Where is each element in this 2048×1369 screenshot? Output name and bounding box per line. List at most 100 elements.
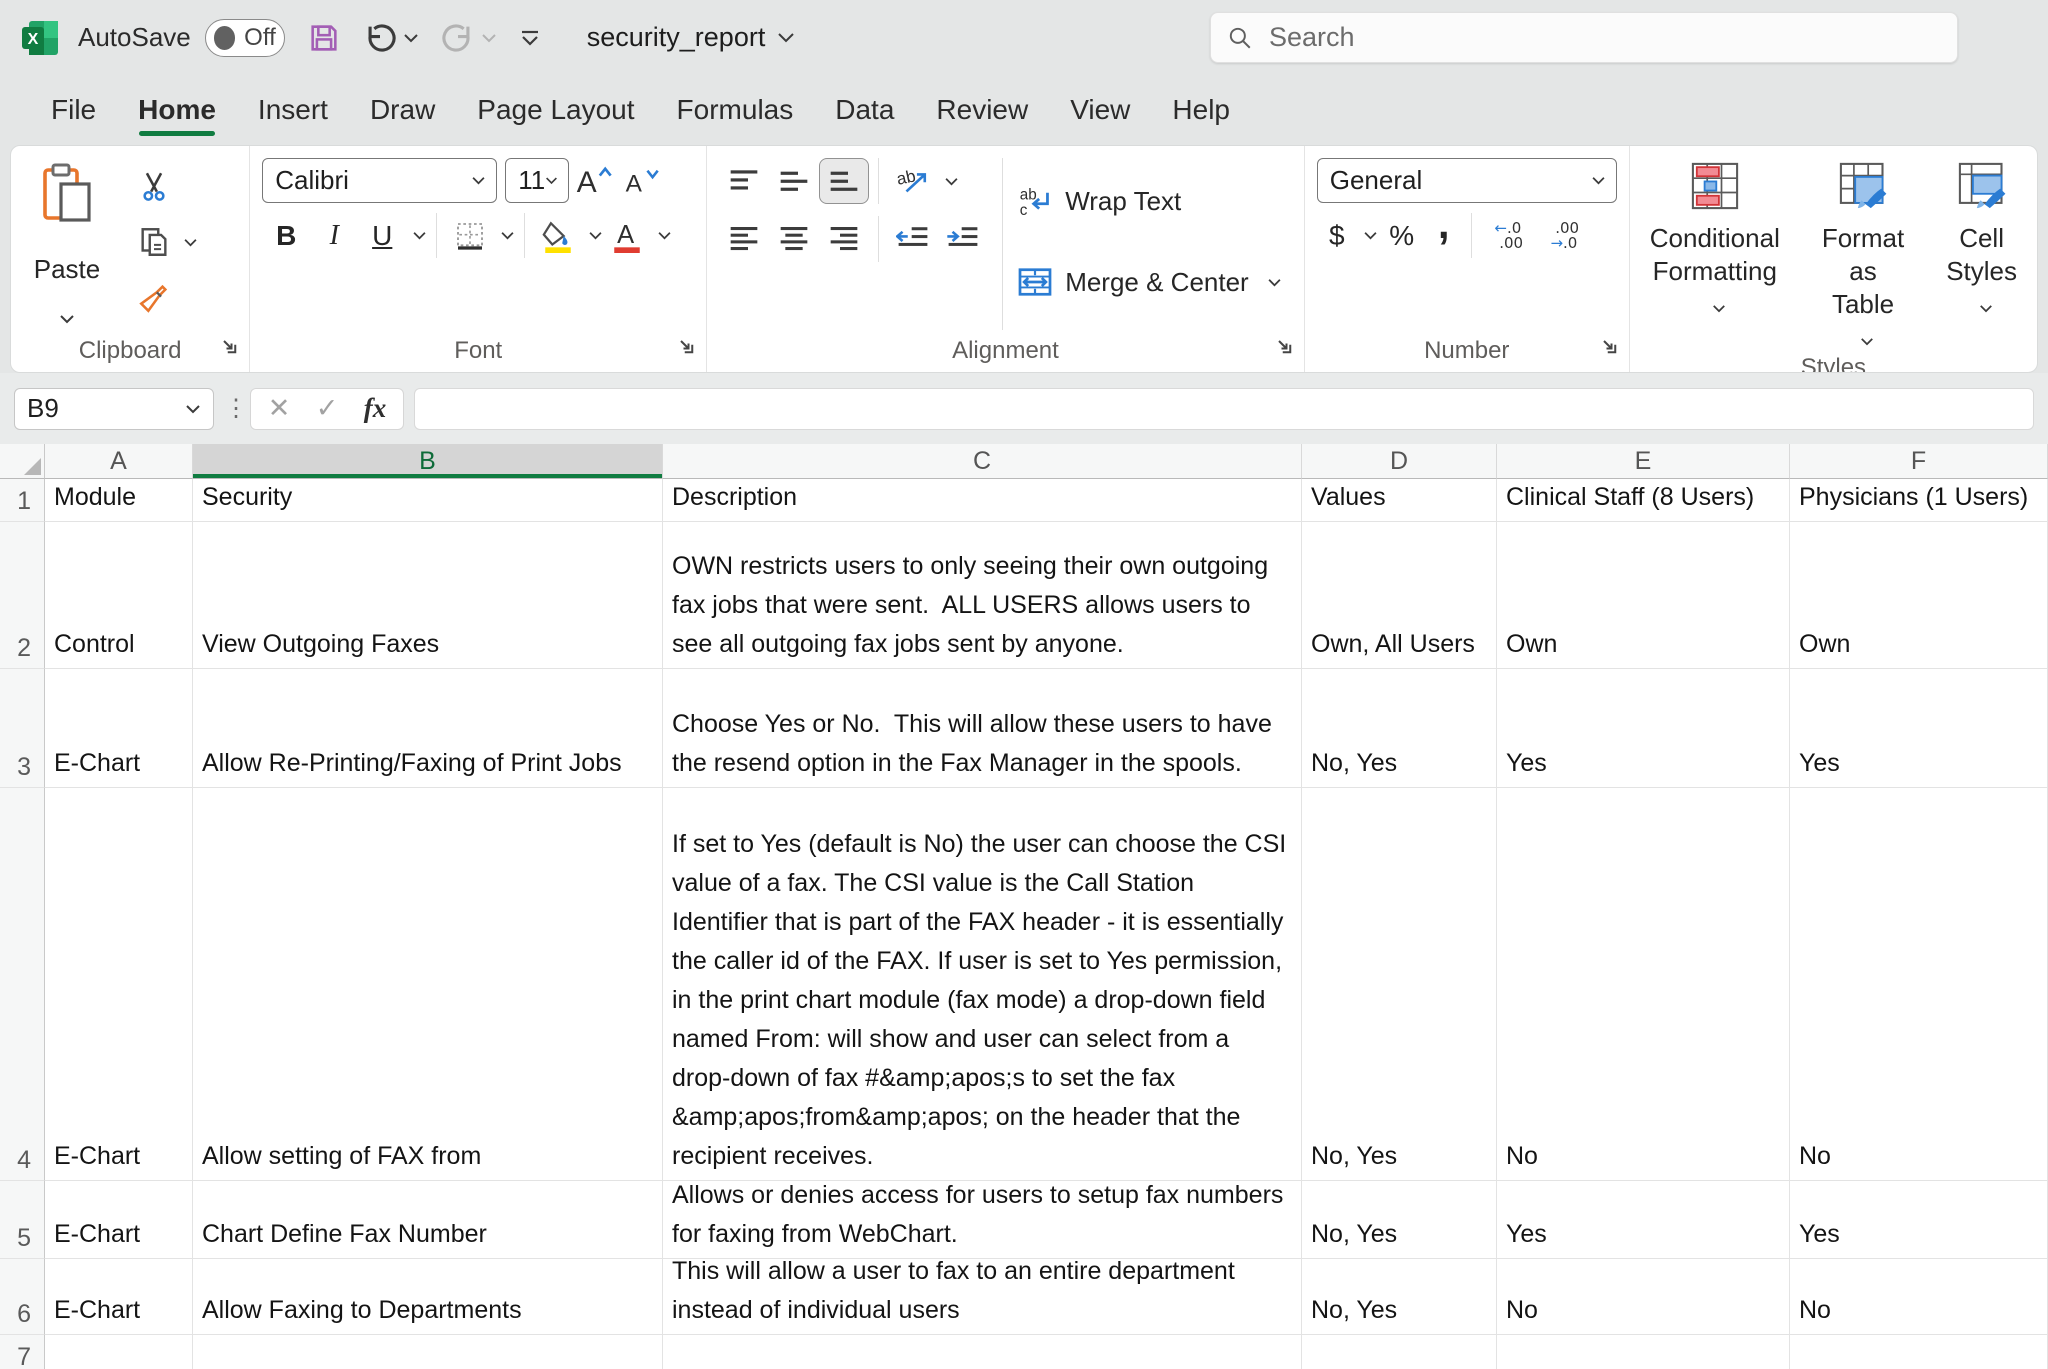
save-button[interactable] bbox=[307, 21, 341, 55]
cell-B1[interactable]: Security bbox=[193, 479, 663, 522]
cell-A1[interactable]: Module bbox=[45, 479, 193, 522]
cell-B5[interactable]: Chart Define Fax Number bbox=[193, 1181, 663, 1259]
insert-function-button[interactable]: fx bbox=[351, 390, 399, 428]
formula-input[interactable] bbox=[414, 388, 2034, 430]
cell-A6[interactable]: E-Chart bbox=[45, 1259, 193, 1335]
formula-bar-drag-handle[interactable]: ⋮ bbox=[224, 394, 240, 423]
column-header-F[interactable]: F bbox=[1790, 444, 2048, 479]
number-dialog-launcher[interactable] bbox=[1599, 336, 1619, 356]
cell-E5[interactable]: Yes bbox=[1497, 1181, 1790, 1259]
cell-styles-button[interactable]: Cell Styles bbox=[1938, 158, 2025, 354]
paste-button[interactable]: Paste bbox=[23, 158, 111, 330]
copy-button[interactable] bbox=[131, 220, 177, 264]
column-header-B[interactable]: B bbox=[193, 444, 663, 479]
align-right-button[interactable] bbox=[819, 216, 869, 262]
row-header-2[interactable]: 2 bbox=[0, 522, 45, 669]
font-size-select[interactable]: 11 bbox=[505, 158, 569, 203]
underline-dropdown-icon[interactable] bbox=[412, 231, 427, 240]
accounting-dropdown-icon[interactable] bbox=[1363, 231, 1378, 240]
cell-C7[interactable] bbox=[663, 1335, 1302, 1369]
tab-help[interactable]: Help bbox=[1151, 82, 1251, 138]
column-header-E[interactable]: E bbox=[1497, 444, 1790, 479]
tab-file[interactable]: File bbox=[30, 82, 117, 138]
tab-formulas[interactable]: Formulas bbox=[656, 82, 815, 138]
tab-page-layout[interactable]: Page Layout bbox=[456, 82, 655, 138]
cell-E6[interactable]: No bbox=[1497, 1259, 1790, 1335]
column-header-D[interactable]: D bbox=[1302, 444, 1497, 479]
top-align-button[interactable] bbox=[719, 158, 769, 204]
cell-D4[interactable]: No, Yes bbox=[1302, 788, 1497, 1181]
percent-style-button[interactable]: % bbox=[1378, 213, 1426, 258]
comma-style-button[interactable]: , bbox=[1426, 213, 1462, 258]
borders-dropdown-icon[interactable] bbox=[500, 231, 515, 240]
font-dialog-launcher[interactable] bbox=[676, 336, 696, 356]
cell-B3[interactable]: Allow Re-Printing/Faxing of Print Jobs bbox=[193, 669, 663, 788]
decrease-decimal-button[interactable]: .00→.0 bbox=[1537, 213, 1593, 258]
paste-dropdown-icon[interactable] bbox=[59, 314, 75, 324]
orientation-button[interactable]: ab bbox=[888, 158, 938, 204]
column-header-A[interactable]: A bbox=[45, 444, 193, 479]
align-center-button[interactable] bbox=[769, 216, 819, 262]
cut-button[interactable] bbox=[131, 164, 177, 208]
undo-dropdown-icon[interactable] bbox=[403, 33, 419, 43]
cell-B6[interactable]: Allow Faxing to Departments bbox=[193, 1259, 663, 1335]
tab-review[interactable]: Review bbox=[915, 82, 1049, 138]
cell-B2[interactable]: View Outgoing Faxes bbox=[193, 522, 663, 669]
font-color-button[interactable]: A bbox=[603, 213, 651, 258]
cell-A5[interactable]: E-Chart bbox=[45, 1181, 193, 1259]
cell-C1[interactable]: Description bbox=[663, 479, 1302, 522]
format-as-table-button[interactable]: Format as Table bbox=[1814, 158, 1912, 354]
document-title[interactable]: security_report bbox=[587, 22, 796, 53]
cell-C2[interactable]: OWN restricts users to only seeing their… bbox=[663, 522, 1302, 669]
merge-center-button[interactable]: Merge & Center bbox=[1017, 267, 1282, 298]
row-header-6[interactable]: 6 bbox=[0, 1259, 45, 1335]
customize-quick-access-button[interactable] bbox=[519, 29, 541, 47]
cell-C6[interactable]: This will allow a user to fax to an enti… bbox=[663, 1259, 1302, 1335]
fill-color-dropdown-icon[interactable] bbox=[588, 231, 603, 240]
cell-D1[interactable]: Values bbox=[1302, 479, 1497, 522]
conditional-formatting-button[interactable]: Conditional Formatting bbox=[1642, 158, 1788, 354]
cell-D2[interactable]: Own, All Users bbox=[1302, 522, 1497, 669]
cell-F4[interactable]: No bbox=[1790, 788, 2048, 1181]
cell-E7[interactable] bbox=[1497, 1335, 1790, 1369]
cell-E4[interactable]: No bbox=[1497, 788, 1790, 1181]
tab-home[interactable]: Home bbox=[117, 82, 237, 138]
merge-center-dropdown-icon[interactable] bbox=[1267, 278, 1282, 287]
cell-A4[interactable]: E-Chart bbox=[45, 788, 193, 1181]
middle-align-button[interactable] bbox=[769, 158, 819, 204]
cell-A2[interactable]: Control bbox=[45, 522, 193, 669]
orientation-dropdown-icon[interactable] bbox=[944, 177, 959, 186]
row-header-1[interactable]: 1 bbox=[0, 479, 45, 522]
cell-F1[interactable]: Physicians (1 Users) bbox=[1790, 479, 2048, 522]
increase-font-size-button[interactable]: A bbox=[569, 158, 617, 203]
font-name-select[interactable]: Calibri bbox=[262, 158, 497, 203]
row-header-7[interactable]: 7 bbox=[0, 1335, 45, 1369]
font-color-dropdown-icon[interactable] bbox=[657, 231, 672, 240]
tab-draw[interactable]: Draw bbox=[349, 82, 456, 138]
row-header-5[interactable]: 5 bbox=[0, 1181, 45, 1259]
cell-D7[interactable] bbox=[1302, 1335, 1497, 1369]
format-painter-button[interactable] bbox=[131, 276, 177, 320]
tab-insert[interactable]: Insert bbox=[237, 82, 349, 138]
increase-decimal-button[interactable]: ←.0 .00 bbox=[1481, 213, 1537, 258]
cell-F6[interactable]: No bbox=[1790, 1259, 2048, 1335]
undo-button[interactable] bbox=[363, 21, 419, 55]
align-left-button[interactable] bbox=[719, 216, 769, 262]
cell-E2[interactable]: Own bbox=[1497, 522, 1790, 669]
select-all-button[interactable] bbox=[0, 444, 45, 479]
cell-E3[interactable]: Yes bbox=[1497, 669, 1790, 788]
decrease-font-size-button[interactable]: A bbox=[617, 158, 665, 203]
cell-D6[interactable]: No, Yes bbox=[1302, 1259, 1497, 1335]
bottom-align-button[interactable] bbox=[819, 158, 869, 204]
fill-color-button[interactable] bbox=[534, 213, 582, 258]
name-box[interactable]: B9 bbox=[14, 388, 214, 430]
copy-dropdown-icon[interactable] bbox=[183, 238, 198, 247]
increase-indent-button[interactable] bbox=[938, 216, 988, 262]
tab-data[interactable]: Data bbox=[814, 82, 915, 138]
tab-view[interactable]: View bbox=[1049, 82, 1151, 138]
cell-C5[interactable]: Allows or denies access for users to set… bbox=[663, 1181, 1302, 1259]
cell-F7[interactable] bbox=[1790, 1335, 2048, 1369]
cell-F3[interactable]: Yes bbox=[1790, 669, 2048, 788]
autosave-toggle[interactable]: Off bbox=[205, 19, 285, 57]
italic-button[interactable]: I bbox=[310, 213, 358, 258]
